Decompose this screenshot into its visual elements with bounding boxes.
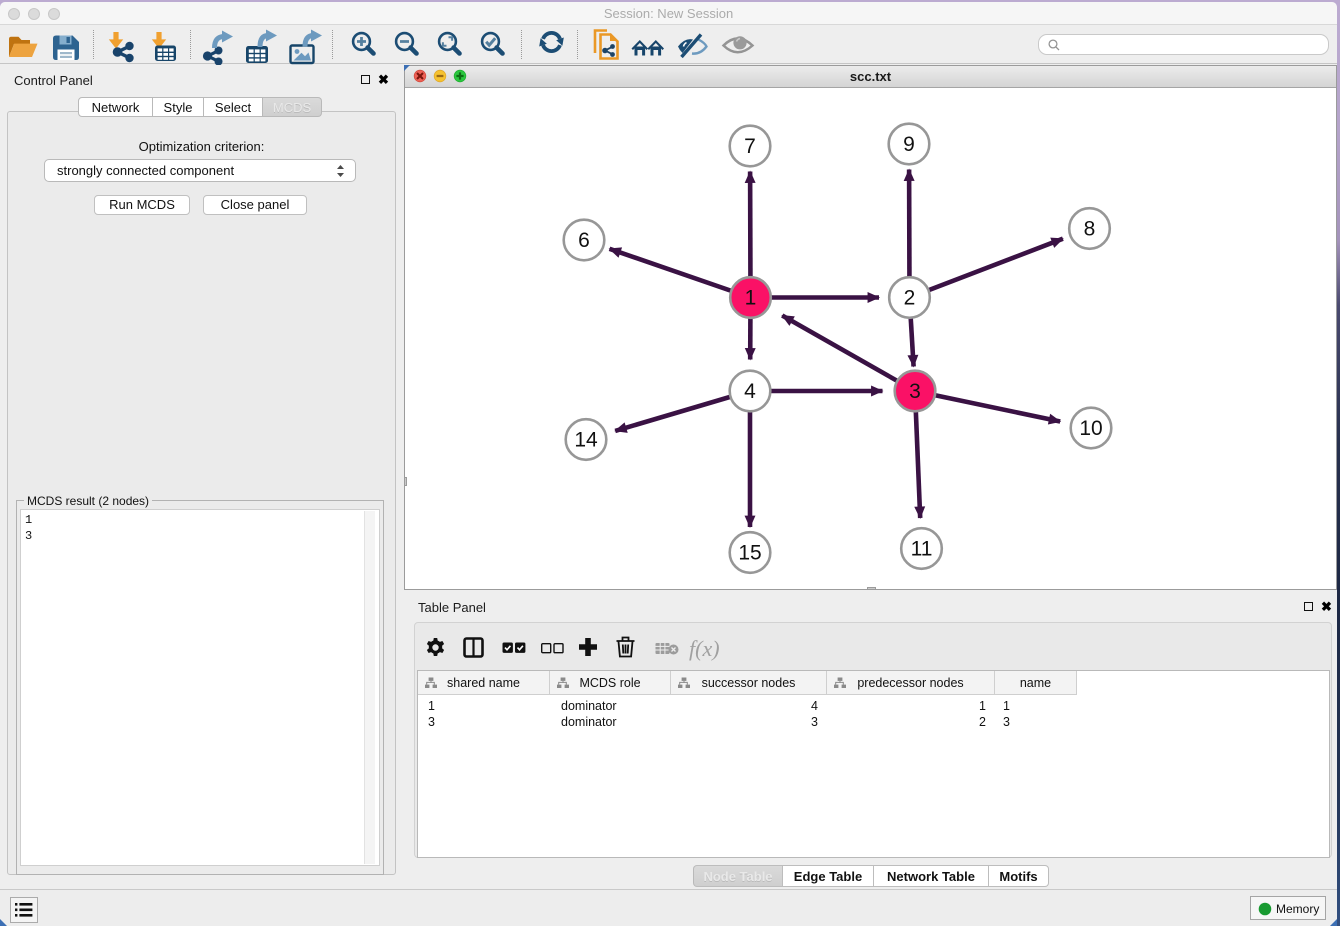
svg-text:3: 3 <box>909 380 921 403</box>
svg-text:10: 10 <box>1079 417 1102 440</box>
svg-text:2: 2 <box>904 287 916 310</box>
svg-text:6: 6 <box>578 229 590 252</box>
svg-text:4: 4 <box>744 380 756 403</box>
svg-text:8: 8 <box>1084 218 1096 241</box>
svg-text:15: 15 <box>738 542 761 565</box>
svg-text:1: 1 <box>745 287 757 310</box>
svg-text:7: 7 <box>744 135 756 158</box>
svg-text:11: 11 <box>911 538 933 561</box>
svg-text:9: 9 <box>903 133 915 156</box>
svg-text:14: 14 <box>574 429 598 452</box>
